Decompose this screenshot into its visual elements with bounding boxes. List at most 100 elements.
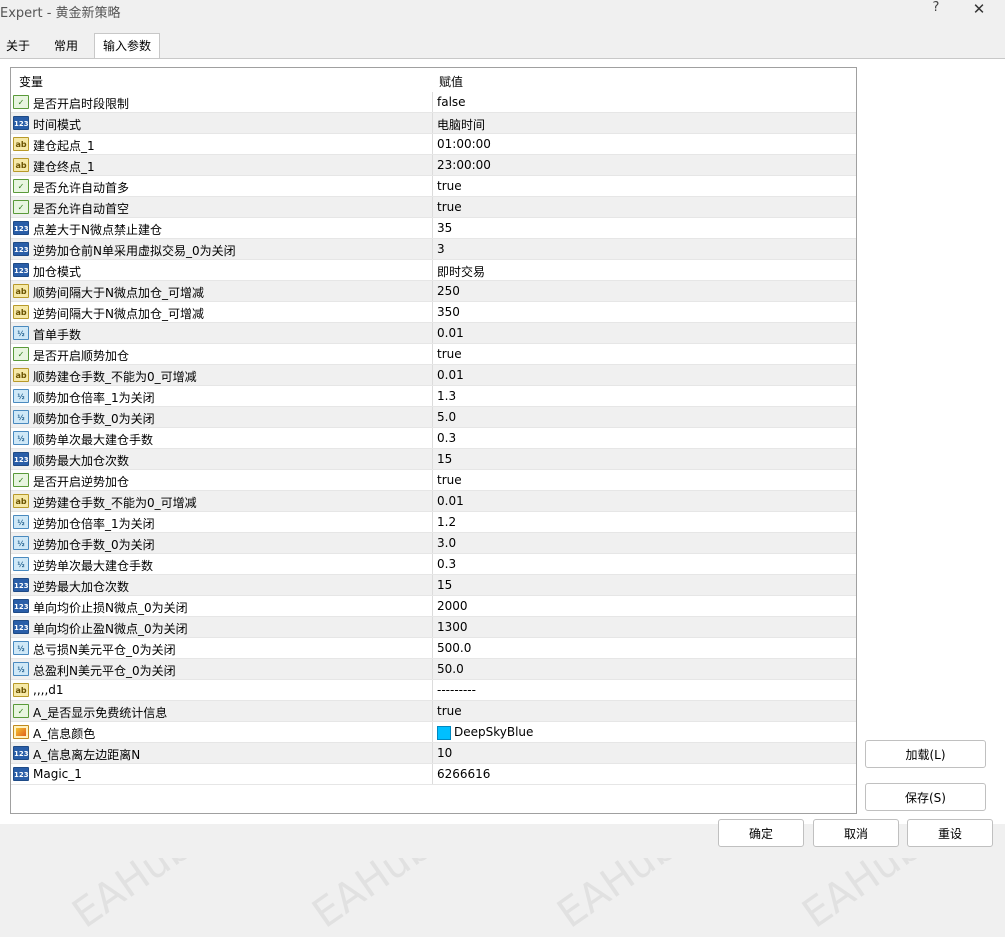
parameter-value[interactable]: 23:00:00 — [437, 158, 491, 172]
parameter-value[interactable]: DeepSkyBlue — [454, 725, 533, 739]
input-parameters-grid[interactable]: 变量 赋值 ✓ 是否开启时段限制 false 123 时间模式 电脑时间 ab 建仓起点_1 0… — [10, 67, 857, 814]
column-divider — [432, 680, 433, 701]
bool-toggle-icon: ✓ — [13, 704, 29, 718]
parameter-row[interactable]: ✓ 是否开启逆势加仓 true — [11, 470, 856, 491]
parameter-value[interactable]: 1.3 — [437, 389, 456, 403]
parameter-value[interactable]: true — [437, 704, 462, 718]
reset-button[interactable]: 重设 — [907, 819, 993, 847]
parameter-value[interactable]: 0.01 — [437, 494, 464, 508]
column-divider — [432, 638, 433, 659]
parameter-row[interactable]: ½ 逆势加仓手数_0为关闭 3.0 — [11, 533, 856, 554]
column-divider — [432, 302, 433, 323]
save-button[interactable]: 保存(S) — [865, 783, 986, 811]
parameter-row[interactable]: 123 加仓模式 即时交易 — [11, 260, 856, 281]
parameter-row[interactable]: 123 单向均价止盈N微点_0为关闭 1300 — [11, 617, 856, 638]
parameter-row[interactable]: ab 逆势建仓手数_不能为0_可增减 0.01 — [11, 491, 856, 512]
parameter-row[interactable]: ✓ 是否开启顺势加仓 true — [11, 344, 856, 365]
parameter-value[interactable]: 0.01 — [437, 326, 464, 340]
parameter-value[interactable]: 01:00:00 — [437, 137, 491, 151]
parameter-value[interactable]: 即时交易 — [437, 263, 485, 280]
parameter-row[interactable]: ✓ A_是否显示免费统计信息 true — [11, 701, 856, 722]
parameter-name: 顺势加仓手数_0为关闭 — [33, 412, 155, 426]
parameter-row[interactable]: ab 建仓起点_1 01:00:00 — [11, 134, 856, 155]
parameter-row[interactable]: ab 顺势间隔大于N微点加仓_可增减 250 — [11, 281, 856, 302]
integer-type-icon: 123 — [13, 599, 29, 613]
parameter-row[interactable]: ½ 总亏损N美元平仓_0为关闭 500.0 — [11, 638, 856, 659]
parameter-name: 单向均价止损N微点_0为关闭 — [33, 601, 188, 615]
parameter-value[interactable]: 5.0 — [437, 410, 456, 424]
parameter-value[interactable]: true — [437, 200, 462, 214]
parameter-row[interactable]: A_信息颜色 DeepSkyBlue — [11, 722, 856, 743]
parameter-row[interactable]: ½ 顺势单次最大建仓手数 0.3 — [11, 428, 856, 449]
parameter-value[interactable]: 2000 — [437, 599, 468, 613]
parameter-value[interactable]: 500.0 — [437, 641, 471, 655]
column-divider — [432, 533, 433, 554]
parameter-value[interactable]: 35 — [437, 221, 452, 235]
cancel-button[interactable]: 取消 — [813, 819, 899, 847]
column-header-variable[interactable]: 变量 — [19, 73, 43, 90]
parameter-row[interactable]: ab ,,,,d1 --------- — [11, 680, 856, 701]
ok-button[interactable]: 确定 — [718, 819, 804, 847]
bool-toggle-icon: ✓ — [13, 200, 29, 214]
tab-inputs[interactable]: 输入参数 — [94, 33, 160, 59]
parameter-row[interactable]: ½ 总盈利N美元平仓_0为关闭 50.0 — [11, 659, 856, 680]
parameter-row[interactable]: 123 单向均价止损N微点_0为关闭 2000 — [11, 596, 856, 617]
parameter-row[interactable]: 123 时间模式 电脑时间 — [11, 113, 856, 134]
parameter-row[interactable]: ½ 逆势加仓倍率_1为关闭 1.2 — [11, 512, 856, 533]
parameter-value[interactable]: 6266616 — [437, 767, 490, 781]
parameter-value[interactable]: 0.3 — [437, 431, 456, 445]
parameter-row[interactable]: ½ 首单手数 0.01 — [11, 323, 856, 344]
parameter-row[interactable]: 123 点差大于N微点禁止建仓 35 — [11, 218, 856, 239]
parameter-value[interactable]: false — [437, 95, 466, 109]
window-title: Expert - 黄金新策略 — [0, 6, 121, 21]
parameter-value[interactable]: --------- — [437, 683, 476, 697]
parameter-row[interactable]: ✓ 是否允许自动首多 true — [11, 176, 856, 197]
parameter-value[interactable]: true — [437, 347, 462, 361]
close-button[interactable]: ✕ — [968, 0, 990, 20]
parameter-row[interactable]: 123 逆势最大加仓次数 15 — [11, 575, 856, 596]
double-type-icon: ½ — [13, 641, 29, 655]
column-header-value[interactable]: 赋值 — [439, 73, 463, 90]
parameter-value[interactable]: 15 — [437, 452, 452, 466]
integer-type-icon: 123 — [13, 578, 29, 592]
integer-type-icon: 123 — [13, 452, 29, 466]
parameter-value[interactable]: 10 — [437, 746, 452, 760]
help-button[interactable]: ? — [925, 0, 947, 20]
parameter-value[interactable]: 50.0 — [437, 662, 464, 676]
double-type-icon: ½ — [13, 410, 29, 424]
parameter-row[interactable]: 123 逆势加仓前N单采用虚拟交易_0为关闭 3 — [11, 239, 856, 260]
parameter-row[interactable]: 123 Magic_1 6266616 — [11, 764, 856, 785]
load-button[interactable]: 加载(L) — [865, 740, 986, 768]
parameter-row[interactable]: ab 建仓终点_1 23:00:00 — [11, 155, 856, 176]
parameter-name: 总盈利N美元平仓_0为关闭 — [33, 664, 176, 678]
parameter-value[interactable]: 15 — [437, 578, 452, 592]
parameter-name: 逆势建仓手数_不能为0_可增减 — [33, 496, 197, 510]
parameter-value[interactable]: 1.2 — [437, 515, 456, 529]
parameter-value[interactable]: 电脑时间 — [437, 116, 485, 133]
parameter-row[interactable]: ✓ 是否允许自动首空 true — [11, 197, 856, 218]
parameter-row[interactable]: ab 顺势建仓手数_不能为0_可增减 0.01 — [11, 365, 856, 386]
parameter-value[interactable]: 0.3 — [437, 557, 456, 571]
column-divider — [432, 596, 433, 617]
title-bar: Expert - 黄金新策略 ? ✕ — [0, 0, 1005, 24]
column-divider — [432, 386, 433, 407]
parameter-name: ,,,,d1 — [33, 683, 64, 697]
parameter-value[interactable]: 1300 — [437, 620, 468, 634]
parameter-value[interactable]: 3 — [437, 242, 445, 256]
parameter-value[interactable]: 3.0 — [437, 536, 456, 550]
parameter-row[interactable]: ½ 顺势加仓手数_0为关闭 5.0 — [11, 407, 856, 428]
parameter-row[interactable]: ½ 顺势加仓倍率_1为关闭 1.3 — [11, 386, 856, 407]
tab-about[interactable]: 关于 — [0, 34, 36, 58]
parameter-value[interactable]: 250 — [437, 284, 460, 298]
parameter-value[interactable]: 0.01 — [437, 368, 464, 382]
tab-common[interactable]: 常用 — [44, 34, 88, 58]
parameter-row[interactable]: 123 A_信息离左边距离N 10 — [11, 743, 856, 764]
parameter-row[interactable]: ab 逆势间隔大于N微点加仓_可增减 350 — [11, 302, 856, 323]
parameter-row[interactable]: ½ 逆势单次最大建仓手数 0.3 — [11, 554, 856, 575]
parameter-value[interactable]: 350 — [437, 305, 460, 319]
parameter-value[interactable]: true — [437, 179, 462, 193]
parameter-row[interactable]: ✓ 是否开启时段限制 false — [11, 92, 856, 113]
parameter-row[interactable]: 123 顺势最大加仓次数 15 — [11, 449, 856, 470]
integer-type-icon: 123 — [13, 767, 29, 781]
parameter-value[interactable]: true — [437, 473, 462, 487]
